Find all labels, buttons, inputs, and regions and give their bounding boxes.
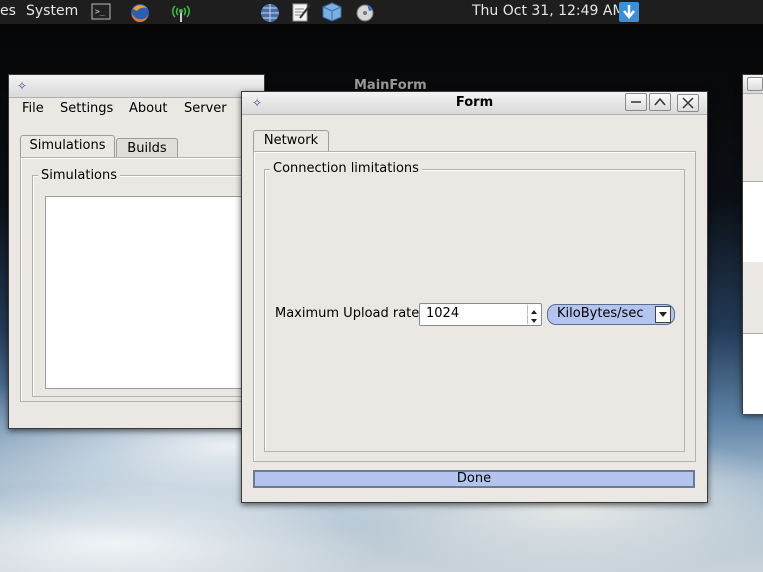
form-window: ✧ Form Network Connection limitations Ma… <box>241 91 708 503</box>
maximize-button[interactable] <box>649 93 671 111</box>
background-window-edge <box>742 74 763 414</box>
spin-down-icon[interactable] <box>527 315 540 324</box>
upload-unit-value: KiloBytes/sec <box>557 306 644 321</box>
network-antenna-icon[interactable] <box>171 2 191 22</box>
menu-settings[interactable]: Settings <box>60 101 113 116</box>
app-logo-icon: ✧ <box>17 79 28 93</box>
svg-text:>_: >_ <box>95 7 105 16</box>
upload-rate-spinbox[interactable]: 1024 <box>419 303 542 326</box>
clock[interactable]: Thu Oct 31, 12:49 AM <box>472 3 625 19</box>
menu-about[interactable]: About <box>129 101 167 116</box>
connection-limitations-label: Connection limitations <box>270 161 422 176</box>
main-menubar: File Settings About Server <box>9 98 264 120</box>
simulations-list[interactable] <box>45 196 264 389</box>
text-editor-icon[interactable] <box>291 2 311 22</box>
globe-icon[interactable] <box>259 2 279 22</box>
upload-rate-label: Maximum Upload rate: <box>275 306 424 321</box>
top-panel: es System >_ Thu Oct 31, 12:49 AM <box>0 0 763 24</box>
close-button[interactable] <box>677 94 699 112</box>
menu-file[interactable]: File <box>22 101 44 116</box>
disc-burner-icon[interactable] <box>355 2 375 22</box>
simulations-group-label: Simulations <box>38 168 121 183</box>
update-notifier-icon[interactable] <box>619 2 639 22</box>
minimize-icon[interactable] <box>747 77 763 91</box>
terminal-icon[interactable]: >_ <box>91 2 111 22</box>
tab-builds[interactable]: Builds <box>116 138 178 159</box>
background-window-panel <box>743 333 763 414</box>
tab-simulations[interactable]: Simulations <box>20 135 115 158</box>
system-menu[interactable]: System <box>26 3 78 19</box>
done-button[interactable]: Done <box>253 470 695 488</box>
chevron-down-icon[interactable] <box>655 306 671 323</box>
applications-menu[interactable]: es <box>0 3 16 19</box>
main-window-titlebar[interactable]: ✧ MainForm <box>9 75 427 98</box>
package-icon[interactable] <box>322 2 342 22</box>
minimize-button[interactable] <box>625 93 647 111</box>
spin-up-icon[interactable] <box>527 305 540 314</box>
firefox-icon[interactable] <box>129 2 149 23</box>
upload-unit-select[interactable]: KiloBytes/sec <box>547 304 675 325</box>
tab-network[interactable]: Network <box>253 130 329 153</box>
form-window-title: Form <box>455 95 494 110</box>
app-logo-icon: ✧ <box>252 96 263 110</box>
main-window: ✧ MainForm File Settings About Server Si… <box>8 74 427 429</box>
upload-rate-value: 1024 <box>426 306 460 321</box>
background-window-panel <box>743 181 763 262</box>
menu-server[interactable]: Server <box>184 101 227 116</box>
